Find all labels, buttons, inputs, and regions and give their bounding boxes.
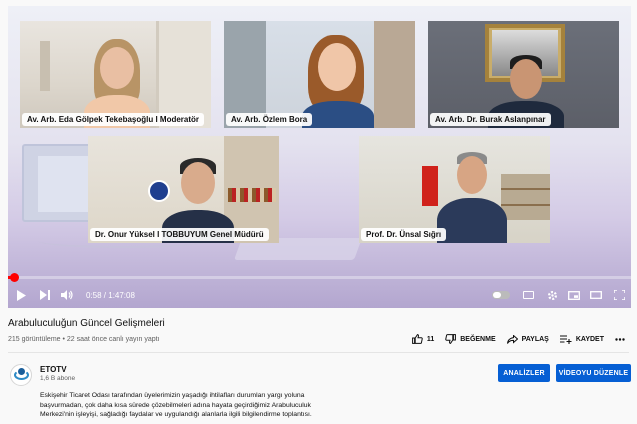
theater-icon xyxy=(590,291,602,299)
participant-tile-3: Av. Arb. Dr. Burak Aslanpınar xyxy=(428,21,619,128)
play-button[interactable] xyxy=(8,282,34,308)
volume-icon xyxy=(61,290,73,300)
more-actions-button[interactable] xyxy=(615,337,629,341)
room-lamp xyxy=(40,41,50,91)
analytics-button[interactable]: ANALİZLER xyxy=(498,364,550,382)
save-button[interactable]: KAYDET xyxy=(559,334,604,344)
room-window xyxy=(224,21,266,128)
save-label: KAYDET xyxy=(575,335,604,343)
time-display: 0:58 / 1:47:08 xyxy=(86,290,135,300)
theater-mode-button[interactable] xyxy=(585,282,607,308)
dislike-button[interactable]: BEĞENME xyxy=(445,334,496,344)
autoplay-toggle[interactable] xyxy=(492,291,510,299)
subscriber-count: 1,6 B abone xyxy=(40,375,76,382)
thumbs-down-icon xyxy=(445,334,457,344)
volume-button[interactable] xyxy=(56,282,78,308)
like-count: 11 xyxy=(426,335,435,343)
participant-name-label: Av. Arb. Özlem Bora xyxy=(226,113,313,126)
thumbs-up-icon xyxy=(411,334,423,344)
miniplayer-icon xyxy=(568,290,580,300)
share-button[interactable]: PAYLAŞ xyxy=(506,334,549,344)
video-actions: 11 BEĞENME PAYLAŞ KAYDET xyxy=(401,334,629,344)
description-line: Eskişehir Ticaret Odası tarafından üyele… xyxy=(40,392,305,399)
participant-name-label: Prof. Dr. Ünsal Sığrı xyxy=(361,228,447,241)
play-icon xyxy=(17,289,26,301)
add-to-playlist-icon xyxy=(559,334,572,344)
participant-tile-2: Av. Arb. Özlem Bora xyxy=(224,21,415,128)
room-books xyxy=(228,188,276,202)
miniplayer-button[interactable] xyxy=(563,282,585,308)
share-label: PAYLAŞ xyxy=(521,335,549,343)
next-button[interactable] xyxy=(34,282,56,308)
player-controls: 0:58 / 1:47:08 xyxy=(8,282,631,308)
edit-video-button[interactable]: VİDEOYU DÜZENLE xyxy=(556,364,631,382)
description-line: Merkezi'nin işleyişi, sağladığı faydalar… xyxy=(40,411,312,418)
video-meta: 215 görüntüleme • 22 saat önce canlı yay… xyxy=(8,336,160,343)
channel-avatar[interactable] xyxy=(10,364,32,386)
subtitles-icon[interactable] xyxy=(523,291,534,299)
background-screen xyxy=(38,156,88,212)
video-player[interactable]: Av. Arb. Eda Gölpek Tekebaşoğlu I Modera… xyxy=(8,6,631,308)
participant-tile-4: Dr. Onur Yüksel I TOBBUYUM Genel Müdürü xyxy=(88,136,279,243)
video-description: Eskişehir Ticaret Odası tarafından üyele… xyxy=(40,391,330,420)
participant-name-label: Av. Arb. Eda Gölpek Tekebaşoğlu I Modera… xyxy=(22,113,205,126)
participant-tile-moderator: Av. Arb. Eda Gölpek Tekebaşoğlu I Modera… xyxy=(20,21,211,128)
video-title: Arabuluculuğun Güncel Gelişmeleri xyxy=(8,318,165,329)
like-button[interactable]: 11 xyxy=(411,334,435,344)
flag-icon xyxy=(422,166,438,206)
channel-logo-dot xyxy=(18,368,25,375)
dislike-label: BEĞENME xyxy=(460,335,496,343)
divider xyxy=(8,352,629,353)
fullscreen-icon xyxy=(613,290,625,300)
room-shelf xyxy=(501,174,550,220)
gear-icon xyxy=(547,290,557,300)
participant-name-label: Dr. Onur Yüksel I TOBBUYUM Genel Müdürü xyxy=(90,228,269,241)
scrubber-handle[interactable] xyxy=(9,273,19,282)
progress-bar[interactable] xyxy=(8,273,631,282)
participant-tile-5: Prof. Dr. Ünsal Sığrı xyxy=(359,136,550,243)
settings-button[interactable] xyxy=(541,282,563,308)
share-icon xyxy=(506,334,518,344)
more-horizontal-icon xyxy=(615,337,625,341)
description-line: başvurmadan, çok daha kısa sürede çözebi… xyxy=(40,401,311,409)
room-shelf xyxy=(374,21,415,128)
fullscreen-button[interactable] xyxy=(607,282,631,308)
skip-next-icon xyxy=(40,290,50,300)
channel-name[interactable]: ETOTV xyxy=(40,365,67,374)
organization-logo-icon xyxy=(148,180,170,202)
participant-name-label: Av. Arb. Dr. Burak Aslanpınar xyxy=(430,113,551,126)
room-shelf xyxy=(156,21,211,128)
